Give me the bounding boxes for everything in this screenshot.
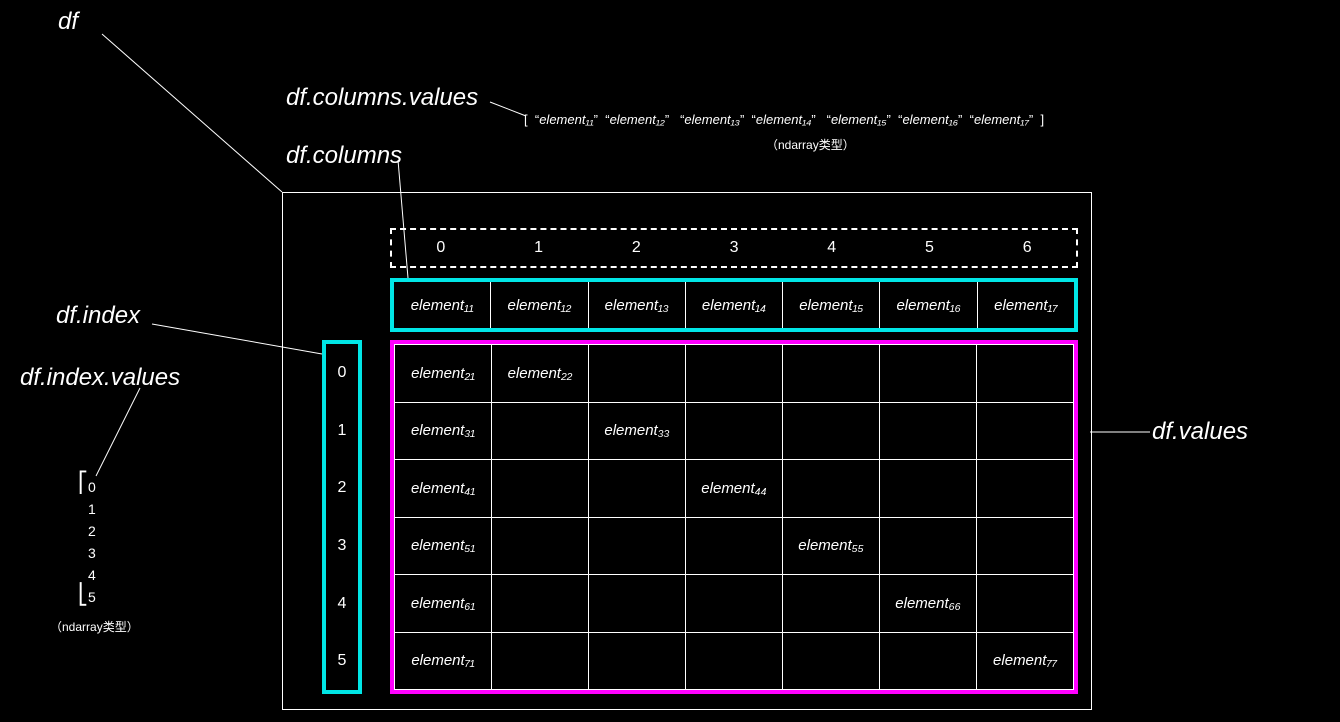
header-cell: element₁₄ xyxy=(686,282,783,328)
cell xyxy=(977,575,1074,633)
label-df: df xyxy=(58,8,78,36)
index-cell: 3 xyxy=(326,517,358,575)
values-table: element₂₁ element₂₂ element₃₁ element₃₃ … xyxy=(394,344,1074,690)
cell xyxy=(686,632,783,690)
cell xyxy=(977,460,1074,518)
index-values-array: ⎡ 0 1 2 3 4 ⎣ 5 xyxy=(88,476,96,608)
cell: element₄₁ xyxy=(395,460,492,518)
cell xyxy=(686,345,783,403)
column-position-row: 0 1 2 3 4 5 6 xyxy=(390,228,1078,268)
cell xyxy=(880,345,977,403)
cell xyxy=(783,575,880,633)
table-row: element₃₁ element₃₃ xyxy=(395,402,1074,460)
index-cell: 2 xyxy=(326,459,358,517)
cell: element₂₁ xyxy=(395,345,492,403)
col-pos: 3 xyxy=(685,230,783,266)
cell xyxy=(783,632,880,690)
table-row: element₆₁ element₆₆ xyxy=(395,575,1074,633)
header-cell: element₁₁ xyxy=(394,282,491,328)
cell xyxy=(686,517,783,575)
cell: element₇₇ xyxy=(977,632,1074,690)
cell xyxy=(492,402,589,460)
table-row: element₇₁ element₇₇ xyxy=(395,632,1074,690)
label-df-columns-values: df.columns.values xyxy=(286,84,478,112)
index-cell: 1 xyxy=(326,402,358,460)
cell xyxy=(589,517,686,575)
ndarray-note-idx: （ndarray类型） xyxy=(50,618,139,635)
cell xyxy=(783,345,880,403)
table-row: element₂₁ element₂₂ xyxy=(395,345,1074,403)
cell xyxy=(589,575,686,633)
index-column: 0 1 2 3 4 5 xyxy=(322,340,362,694)
cell xyxy=(686,575,783,633)
label-df-values: df.values xyxy=(1152,418,1248,446)
array-open-quote: “ xyxy=(531,112,539,127)
cell: element₇₁ xyxy=(395,632,492,690)
index-cell: 5 xyxy=(326,632,358,690)
columns-header-row: element₁₁ element₁₂ element₁₃ element₁₄ … xyxy=(390,278,1078,332)
header-cell: element₁₂ xyxy=(491,282,588,328)
cell xyxy=(880,460,977,518)
cell xyxy=(880,402,977,460)
cell: element₄₄ xyxy=(686,460,783,518)
header-cell: element₁₆ xyxy=(880,282,977,328)
cell xyxy=(492,517,589,575)
col-pos: 6 xyxy=(978,230,1076,266)
table-row: element₅₁ element₅₅ xyxy=(395,517,1074,575)
cell xyxy=(977,402,1074,460)
cell xyxy=(783,460,880,518)
header-cell: element₁₅ xyxy=(783,282,880,328)
cell xyxy=(977,345,1074,403)
cell: element₆₆ xyxy=(880,575,977,633)
cell: element₃₃ xyxy=(589,402,686,460)
values-box: element₂₁ element₂₂ element₃₁ element₃₃ … xyxy=(390,340,1078,694)
cell: element₅₁ xyxy=(395,517,492,575)
cell xyxy=(492,632,589,690)
label-df-columns: df.columns xyxy=(286,142,402,170)
cell xyxy=(589,460,686,518)
header-cell: element₁₇ xyxy=(978,282,1074,328)
cell xyxy=(880,517,977,575)
col-pos: 1 xyxy=(490,230,588,266)
index-cell: 0 xyxy=(326,344,358,402)
columns-values-array: [ “element₁₁” “element₁₂” “element₁₃” “e… xyxy=(524,112,1044,127)
cell xyxy=(686,402,783,460)
cell: element₂₂ xyxy=(492,345,589,403)
cell xyxy=(492,575,589,633)
index-cell: 4 xyxy=(326,575,358,633)
cell xyxy=(492,460,589,518)
cell xyxy=(880,632,977,690)
col-pos: 0 xyxy=(392,230,490,266)
table-row: element₄₁ element₄₄ xyxy=(395,460,1074,518)
cell xyxy=(589,632,686,690)
col-pos: 4 xyxy=(783,230,881,266)
cell xyxy=(783,402,880,460)
cell xyxy=(589,345,686,403)
header-cell: element₁₃ xyxy=(589,282,686,328)
col-pos: 2 xyxy=(587,230,685,266)
label-df-index-values: df.index.values xyxy=(20,364,180,392)
ndarray-note-cols: （ndarray类型） xyxy=(766,136,855,153)
col-pos: 5 xyxy=(881,230,979,266)
cell: element₆₁ xyxy=(395,575,492,633)
cell xyxy=(977,517,1074,575)
cell: element₅₅ xyxy=(783,517,880,575)
cell: element₃₁ xyxy=(395,402,492,460)
label-df-index: df.index xyxy=(56,302,140,330)
